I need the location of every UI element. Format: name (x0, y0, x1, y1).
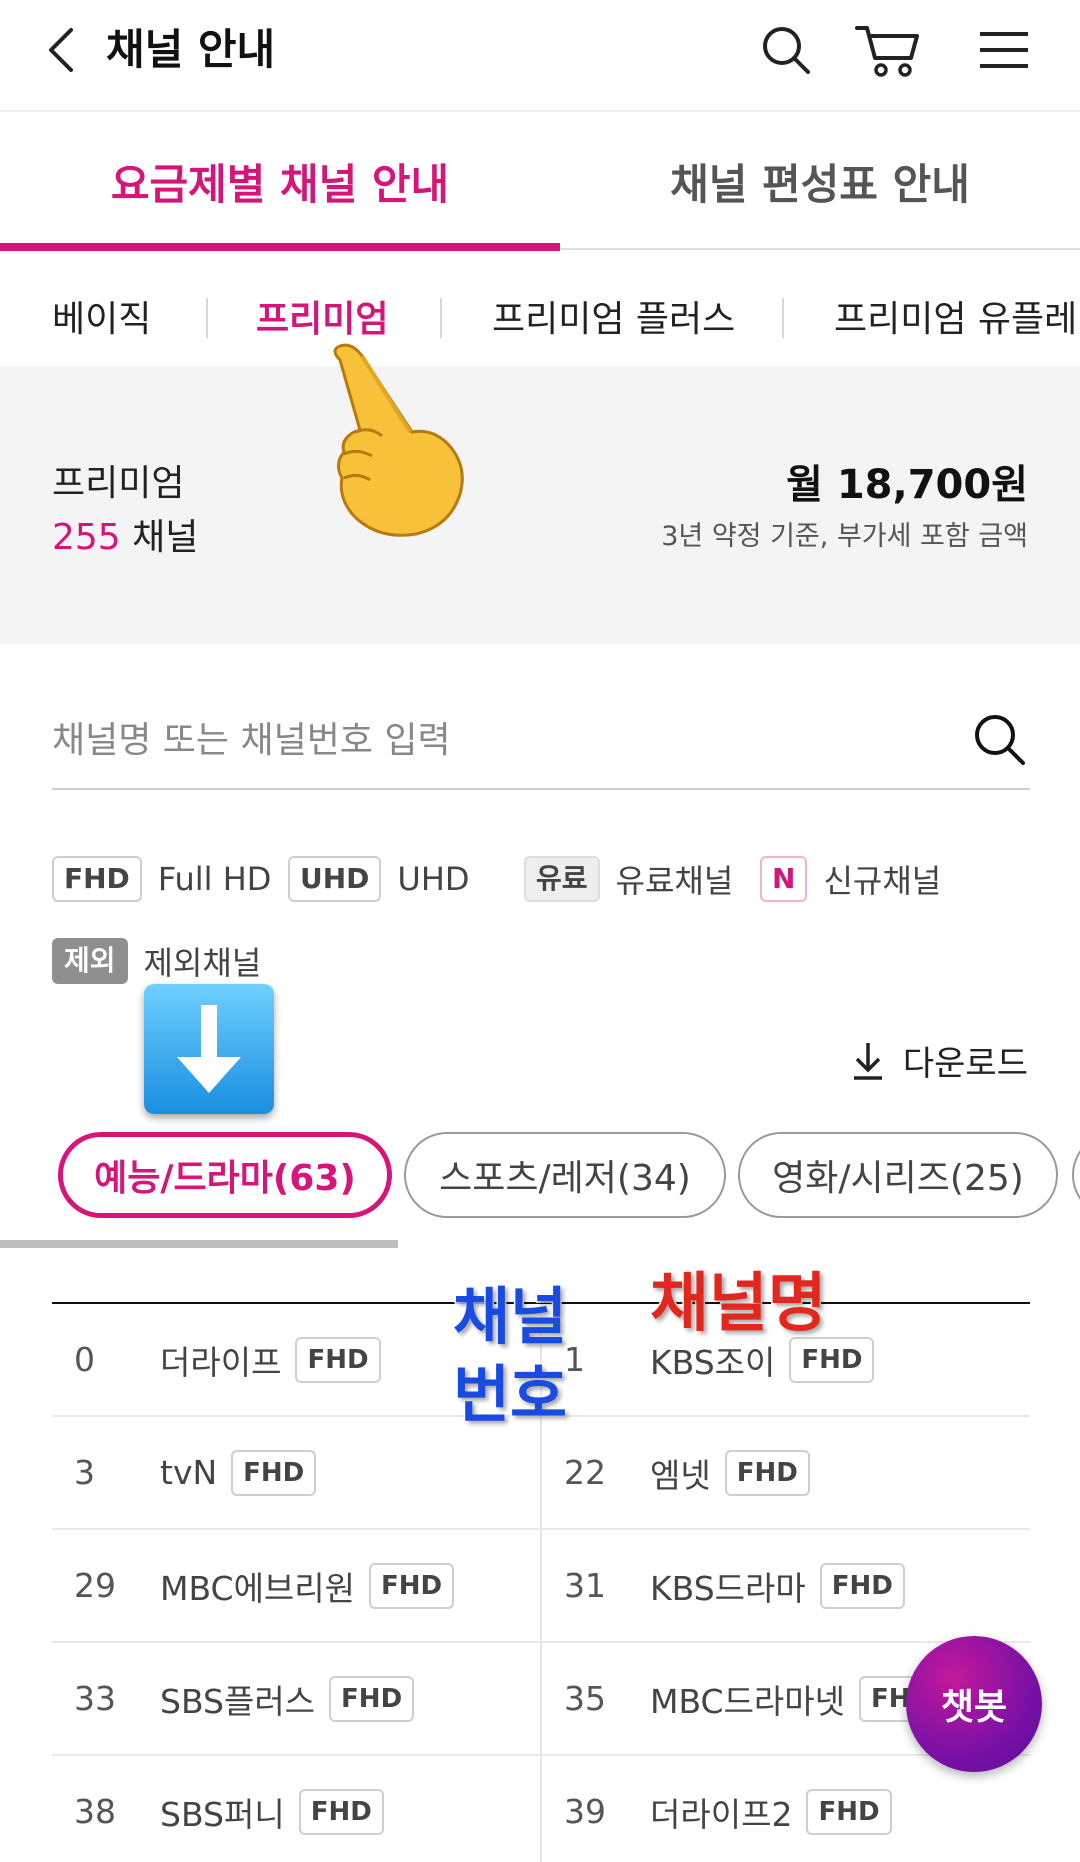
chevron-left-icon (49, 28, 73, 72)
channel-badge: FHD (231, 1449, 317, 1496)
download-label: 다운로드 (902, 1044, 1028, 1084)
legend-badge: 유료 (524, 856, 600, 902)
channel-name: SBS퍼니 (160, 1794, 285, 1834)
download-button[interactable]: 다운로드 (851, 1036, 1028, 1085)
channel-badge: FHD (369, 1562, 455, 1609)
channel-number: 33 (74, 1679, 116, 1718)
channel-badge: FHD (329, 1675, 415, 1722)
legend-uhd: UHD UHD (288, 856, 470, 902)
subtab-basic[interactable]: 베이직 (52, 290, 151, 342)
channel-name: 더라이프 (160, 1342, 282, 1382)
channel-number: 3 (74, 1453, 95, 1492)
search-button[interactable] (750, 18, 822, 82)
legend-row: FHD Full HD UHD UHD 유료 유료채널 N 신규채널 (52, 856, 1032, 902)
chip-next[interactable] (1072, 1132, 1080, 1218)
legend-paid: 유료 유료채널 (524, 856, 733, 902)
subtab-premium-uplay[interactable]: 프리미엄 유플레이 (834, 290, 1080, 342)
channel-number: 38 (74, 1792, 116, 1831)
menu-button[interactable] (968, 18, 1040, 82)
legend-label: 제외채널 (143, 944, 262, 982)
channel-cell[interactable]: 38 SBS퍼니 FHD (52, 1756, 540, 1862)
chip-movies-series[interactable]: 영화/시리즈(25) (738, 1132, 1058, 1218)
channel-number: 29 (74, 1566, 116, 1605)
legend-label: 유료채널 (615, 862, 734, 900)
legend-row: 제외 제외채널 (52, 938, 452, 984)
table-row: 29 MBC에브리원 FHD 31 KBS드라마 FHD (52, 1530, 1030, 1643)
channel-badge: FHD (806, 1788, 892, 1835)
legend-badge: FHD (52, 856, 142, 902)
main-tabs: 요금제별 채널 안내 채널 편성표 안내 (0, 112, 1080, 251)
channel-number: 39 (564, 1792, 606, 1831)
channel-name: SBS플러스 (160, 1681, 316, 1721)
channel-name: 엠넷 (650, 1455, 711, 1495)
subtab-divider (782, 298, 784, 338)
legend-badge: UHD (288, 856, 382, 902)
back-button[interactable] (34, 24, 86, 76)
search-submit-button[interactable] (968, 708, 1030, 770)
legend-label: Full HD (157, 860, 272, 898)
channel-cell[interactable]: 31 KBS드라마 FHD (542, 1530, 1030, 1641)
subtab-divider (206, 298, 208, 338)
plan-channel-count: 255 채널 (52, 508, 198, 560)
search-icon (763, 27, 810, 74)
legend-fhd: FHD Full HD (52, 856, 271, 902)
cart-button[interactable] (852, 18, 924, 82)
plan-price-note: 3년 약정 기준, 부가세 포함 금액 (661, 521, 1028, 552)
table-row: 33 SBS플러스 FHD 35 MBC드라마넷 FHD (52, 1643, 1030, 1756)
search-input[interactable] (52, 710, 932, 770)
legend-new: N 신규채널 (760, 856, 941, 902)
channel-badge: FHD (295, 1336, 381, 1383)
channel-name: MBC에브리원 (160, 1568, 356, 1608)
top-header: 채널 안내 (0, 0, 1080, 112)
down-arrow-icon (144, 984, 274, 1114)
hamburger-menu-icon (980, 32, 1028, 68)
chip-sports-leisure[interactable]: 스포츠/레저(34) (404, 1132, 726, 1218)
channel-count-number: 255 (52, 517, 121, 558)
channel-cell[interactable]: 33 SBS플러스 FHD (52, 1643, 540, 1754)
channel-search (52, 700, 1030, 790)
chatbot-button[interactable]: 챗봇 (906, 1636, 1042, 1772)
plan-sub-tabs: 베이직 프리미엄 프리미엄 플러스 프리미엄 유플레이 (0, 250, 1080, 366)
download-icon (853, 1042, 882, 1080)
legend-excluded: 제외 제외채널 (52, 938, 261, 984)
legend-label: 신규채널 (823, 862, 942, 900)
page-title: 채널 안내 (106, 25, 276, 74)
channel-name: MBC드라마넷 (650, 1681, 846, 1721)
channel-name: 더라이프2 (650, 1794, 793, 1834)
cart-icon (855, 26, 919, 77)
plan-name: 프리미엄 (52, 463, 185, 504)
search-icon (975, 715, 1025, 765)
chip-variety-drama[interactable]: 예능/드라마(63) (58, 1132, 392, 1218)
chips-scroll-indicator (0, 1240, 398, 1248)
channel-badge: FHD (724, 1449, 810, 1496)
plan-price: 월 18,700원 (786, 462, 1028, 508)
tab-channel-schedule[interactable]: 채널 편성표 안내 (560, 112, 1080, 250)
channel-cell[interactable]: 29 MBC에브리원 FHD (52, 1530, 540, 1641)
channel-badge: FHD (298, 1788, 384, 1835)
channel-badge: FHD (819, 1562, 905, 1609)
channel-cell[interactable]: 22 엠넷 FHD (542, 1417, 1030, 1528)
annotation-channel-number: 채널번호 (451, 1279, 568, 1433)
channel-number: 0 (74, 1340, 95, 1379)
category-chips: 예능/드라마(63) 스포츠/레저(34) 영화/시리즈(25) (0, 1132, 1080, 1232)
legend-badge: N (760, 856, 808, 902)
table-row: 38 SBS퍼니 FHD 39 더라이프2 FHD (52, 1756, 1030, 1862)
channel-name: tvN (160, 1453, 218, 1492)
channel-name: KBS드라마 (650, 1568, 806, 1608)
annotation-channel-name: 채널명 (649, 1266, 829, 1343)
pointing-hand-icon (333, 343, 464, 537)
channel-count-unit: 채널 (132, 517, 199, 558)
subtab-premium[interactable]: 프리미엄 (256, 290, 388, 342)
channel-number: 22 (564, 1453, 606, 1492)
legend-badge: 제외 (52, 938, 128, 984)
plan-summary: 프리미엄 255 채널 월 18,700원 3년 약정 기준, 부가세 포함 금… (0, 366, 1080, 644)
subtab-premium-plus[interactable]: 프리미엄 플러스 (492, 290, 735, 342)
channel-cell[interactable]: 39 더라이프2 FHD (542, 1756, 1030, 1862)
tab-plan-channels[interactable]: 요금제별 채널 안내 (0, 112, 560, 250)
legend-label: UHD (397, 860, 470, 898)
channel-number: 31 (564, 1566, 606, 1605)
channel-number: 35 (564, 1679, 606, 1718)
subtab-divider (440, 298, 442, 338)
